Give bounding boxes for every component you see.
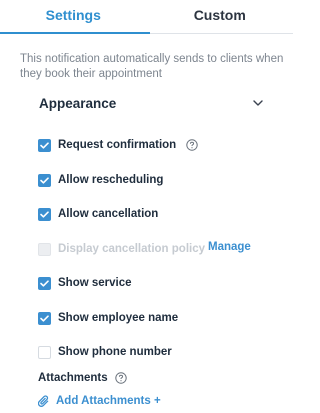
checkbox-show-phone-number[interactable]: [38, 345, 51, 359]
option-label: Request confirmation: [58, 139, 177, 151]
help-icon[interactable]: [186, 139, 198, 151]
option-show-service[interactable]: Show service: [38, 275, 132, 291]
option-label: Display cancellation policy: [58, 243, 205, 255]
tab-settings[interactable]: Settings: [0, 0, 147, 33]
checkmark-icon: [40, 176, 49, 184]
option-allow-rescheduling[interactable]: Allow rescheduling: [38, 172, 163, 188]
checkbox-show-service[interactable]: [38, 276, 51, 290]
option-display-cancellation-policy: Display cancellation policy: [38, 241, 205, 257]
active-tab-indicator: [0, 32, 150, 34]
add-attachments-button[interactable]: Add Attachments +: [38, 393, 161, 409]
appearance-title: Appearance: [39, 95, 117, 111]
option-label: Allow cancellation: [58, 208, 159, 220]
tab-custom[interactable]: Custom: [147, 0, 294, 33]
checkmark-icon: [40, 141, 49, 149]
manage-link[interactable]: Manage: [208, 241, 251, 253]
chevron-down-icon[interactable]: [251, 96, 265, 110]
checkbox-allow-cancellation[interactable]: [38, 207, 51, 221]
tab-custom-label: Custom: [193, 7, 246, 23]
help-icon[interactable]: [114, 372, 127, 384]
option-show-phone-number[interactable]: Show phone number: [38, 344, 172, 360]
option-request-confirmation[interactable]: Request confirmation: [38, 137, 198, 153]
attachments-label: Attachments: [38, 372, 108, 384]
checkbox-display-cancellation-policy: [38, 242, 51, 256]
tab-bar: Settings Custom: [0, 0, 293, 34]
option-show-employee-name[interactable]: Show employee name: [38, 310, 178, 326]
checkmark-icon: [40, 210, 49, 218]
paperclip-icon: [38, 394, 50, 408]
checkbox-show-employee-name[interactable]: [38, 311, 51, 325]
tab-settings-label: Settings: [45, 7, 101, 23]
appearance-section-header[interactable]: Appearance: [39, 94, 265, 112]
attachments-header: Attachments: [38, 370, 127, 386]
option-allow-cancellation[interactable]: Allow cancellation: [38, 206, 158, 222]
option-label: Show employee name: [58, 312, 179, 324]
checkbox-request-confirmation[interactable]: [38, 138, 51, 152]
option-label: Show service: [58, 277, 132, 289]
add-attachments-label: Add Attachments +: [56, 395, 161, 407]
option-label: Show phone number: [58, 346, 172, 358]
checkmark-icon: [40, 279, 49, 287]
notification-description: This notification automatically sends to…: [20, 53, 284, 80]
option-label: Allow rescheduling: [58, 174, 164, 186]
checkbox-allow-rescheduling[interactable]: [38, 173, 51, 187]
checkmark-icon: [40, 314, 49, 322]
